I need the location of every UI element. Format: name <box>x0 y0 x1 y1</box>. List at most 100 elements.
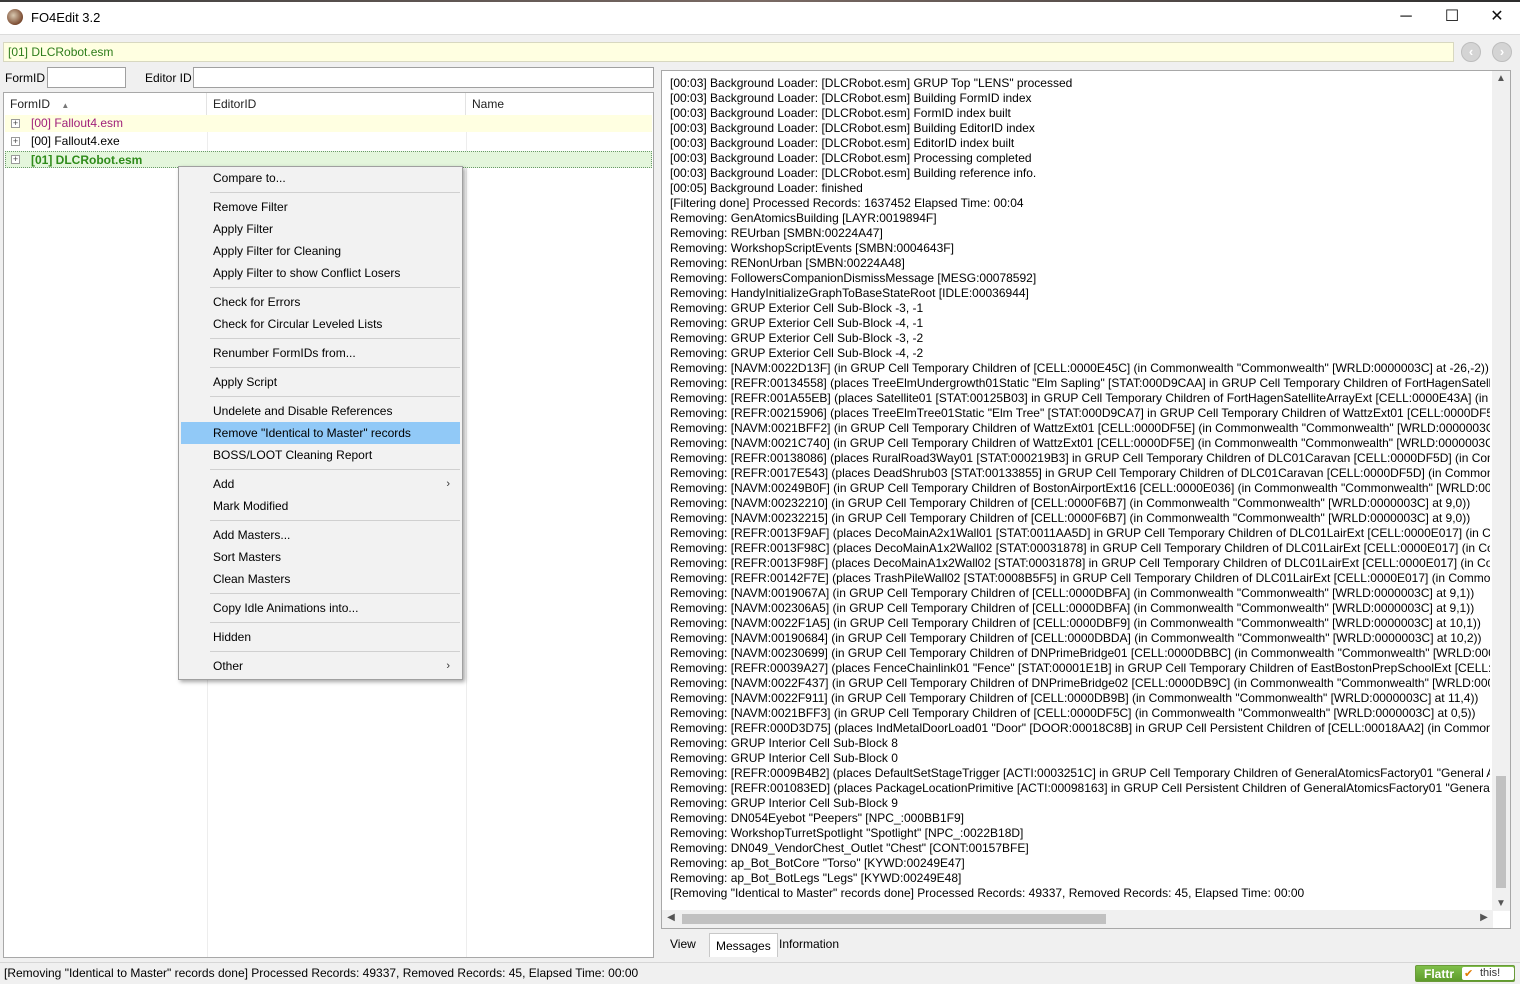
log-line: Removing: [NAVM:0022F437] (in GRUP Cell … <box>670 676 1490 690</box>
sort-ascending-icon: ▲ <box>61 101 70 110</box>
menu-item-add-masters[interactable]: Add Masters... <box>181 524 460 546</box>
log-line: [Removing "Identical to Master" records … <box>670 886 1305 900</box>
column-header-editorid[interactable]: EditorID <box>207 93 466 115</box>
log-line: Removing: [REFR:00142F7E] (places TrashP… <box>670 571 1490 585</box>
tree-row-fallout4-esm[interactable]: + [00] Fallout4.esm <box>5 115 652 132</box>
log-line: Removing: ap_Bot_BotLegs "Legs" [KYWD:00… <box>670 871 962 885</box>
menu-item-apply-filter-conflict-losers[interactable]: Apply Filter to show Conflict Losers <box>181 262 460 284</box>
menu-item-apply-script[interactable]: Apply Script <box>181 371 460 393</box>
menu-item-label: Apply Filter for Cleaning <box>213 244 342 258</box>
window-title: FO4Edit 3.2 <box>31 10 101 25</box>
menu-item-add[interactable]: Add › <box>181 473 460 495</box>
log-line: Removing: [NAVM:0021BFF3] (in GRUP Cell … <box>670 706 1476 720</box>
scroll-up-icon[interactable]: ▲ <box>1494 73 1508 84</box>
menu-item-label: Hidden <box>213 630 252 644</box>
log-line: Removing: [NAVM:0019067A] (in GRUP Cell … <box>670 586 1475 600</box>
horizontal-scrollbar[interactable]: ◀ ▶ <box>662 910 1493 928</box>
menu-separator <box>210 469 460 470</box>
column-header-formid[interactable]: FormID ▲ <box>4 93 207 115</box>
log-line: Removing: GRUP Exterior Cell Sub-Block -… <box>670 346 924 360</box>
flattr-button[interactable]: Flattr ✔ this! <box>1415 965 1515 982</box>
title-accent <box>0 0 1520 2</box>
log-line: Removing: [REFR:001083ED] (places Packag… <box>670 781 1490 795</box>
tab-view[interactable]: View <box>664 934 702 955</box>
log-line: Removing: [REFR:0009B4B2] (places Defaul… <box>670 766 1490 780</box>
tree-row-fallout4-exe[interactable]: + [00] Fallout4.exe <box>5 133 652 150</box>
log-line: [00:03] Background Loader: [DLCRobot.esm… <box>670 91 1032 105</box>
scrollbar-thumb[interactable] <box>1496 776 1506 888</box>
log-line: Removing: WorkshopTurretSpotlight "Spotl… <box>670 826 1024 840</box>
messages-log[interactable]: [00:03] Background Loader: [DLCRobot.esm… <box>661 70 1511 929</box>
formid-label: FormID <box>5 71 45 85</box>
formid-input[interactable] <box>47 67 126 88</box>
log-line: [00:03] Background Loader: [DLCRobot.esm… <box>670 106 1011 120</box>
menu-item-check-circular-lists[interactable]: Check for Circular Leveled Lists <box>181 313 460 335</box>
expand-plus-icon[interactable]: + <box>11 155 20 164</box>
menu-item-label: Check for Circular Leveled Lists <box>213 317 383 331</box>
menu-item-compare-to[interactable]: Compare to... <box>181 167 460 189</box>
back-arrow-icon[interactable]: ‹ <box>1461 42 1481 62</box>
log-line: Removing: [REFR:0013F98C] (places DecoMa… <box>670 541 1490 555</box>
flattr-label: Flattr <box>1424 967 1454 981</box>
menu-item-label: Sort Masters <box>213 550 282 564</box>
log-line: [00:05] Background Loader: finished <box>670 181 863 195</box>
menu-item-mark-modified[interactable]: Mark Modified <box>181 495 460 517</box>
menu-separator <box>210 520 460 521</box>
tab-information[interactable]: Information <box>773 934 845 955</box>
expand-plus-icon[interactable]: + <box>11 137 20 146</box>
menu-item-apply-filter[interactable]: Apply Filter <box>181 218 460 240</box>
menu-item-sort-masters[interactable]: Sort Masters <box>181 546 460 568</box>
menu-item-remove-itm-records[interactable]: Remove "Identical to Master" records <box>181 422 460 444</box>
log-text-area: [00:03] Background Loader: [DLCRobot.esm… <box>670 76 1490 906</box>
menu-item-undelete-disable-refs[interactable]: Undelete and Disable References <box>181 400 460 422</box>
scrollbar-thumb[interactable] <box>682 914 1106 924</box>
scroll-right-icon[interactable]: ▶ <box>1477 912 1491 923</box>
maximize-button[interactable]: ☐ <box>1429 2 1475 32</box>
app-icon <box>7 9 23 25</box>
menu-item-remove-filter[interactable]: Remove Filter <box>181 196 460 218</box>
menu-item-copy-idle-animations[interactable]: Copy Idle Animations into... <box>181 597 460 619</box>
log-line: Removing: GRUP Interior Cell Sub-Block 8 <box>670 736 898 750</box>
log-line: Removing: [NAVM:0022F911] (in GRUP Cell … <box>670 691 1479 705</box>
tab-label: View <box>670 937 696 951</box>
close-button[interactable]: ✕ <box>1474 2 1520 32</box>
forward-arrow-icon[interactable]: › <box>1492 42 1512 62</box>
log-line: Removing: ap_Bot_BotCore "Torso" [KYWD:0… <box>670 856 965 870</box>
tab-messages[interactable]: Messages <box>709 933 778 957</box>
log-line: Removing: [REFR:000D3D75] (places IndMet… <box>670 721 1490 735</box>
log-line: Removing: [REFR:0013F98F] (places DecoMa… <box>670 556 1490 570</box>
submenu-arrow-icon: › <box>446 660 450 672</box>
menu-separator <box>210 287 460 288</box>
menu-item-hidden[interactable]: Hidden <box>181 626 460 648</box>
log-line: Removing: HandyInitializeGraphToBaseStat… <box>670 286 1029 300</box>
menu-item-check-errors[interactable]: Check for Errors <box>181 291 460 313</box>
menu-item-boss-loot-report[interactable]: BOSS/LOOT Cleaning Report <box>181 444 460 466</box>
scroll-down-icon[interactable]: ▼ <box>1494 898 1508 909</box>
flattr-icon: ✔ <box>1464 968 1474 980</box>
menu-item-clean-masters[interactable]: Clean Masters <box>181 568 460 590</box>
log-line: Removing: [NAVM:00232215] (in GRUP Cell … <box>670 511 1471 525</box>
menu-separator <box>210 192 460 193</box>
menu-separator <box>210 593 460 594</box>
scroll-left-icon[interactable]: ◀ <box>664 912 678 923</box>
minimize-button[interactable]: ─ <box>1383 2 1429 32</box>
editorid-input[interactable] <box>193 67 654 88</box>
flattr-this-label: this! <box>1480 967 1501 979</box>
menu-item-label: Remove Filter <box>213 200 288 214</box>
log-line: Removing: [NAVM:0022D13F] (in GRUP Cell … <box>670 361 1489 375</box>
log-line: Removing: [REFR:00039A27] (places FenceC… <box>670 661 1490 675</box>
menu-item-apply-filter-cleaning[interactable]: Apply Filter for Cleaning <box>181 240 460 262</box>
flattr-this-box: ✔ this! <box>1462 967 1514 980</box>
menu-item-other[interactable]: Other › <box>181 655 460 677</box>
log-line: [Filtering done] Processed Records: 1637… <box>670 196 1024 210</box>
column-header-name[interactable]: Name <box>466 93 653 115</box>
log-line: [00:03] Background Loader: [DLCRobot.esm… <box>670 166 1037 180</box>
expand-plus-icon[interactable]: + <box>11 119 20 128</box>
log-line: Removing: [NAVM:00190684] (in GRUP Cell … <box>670 631 1482 645</box>
log-line: Removing: GRUP Exterior Cell Sub-Block -… <box>670 331 924 345</box>
vertical-scrollbar[interactable]: ▲ ▼ <box>1492 71 1510 911</box>
title-bar: FO4Edit 3.2 ─ ☐ ✕ <box>0 0 1520 35</box>
menu-item-renumber-formids[interactable]: Renumber FormIDs from... <box>181 342 460 364</box>
log-line: Removing: [REFR:0017E543] (places DeadSh… <box>670 466 1490 480</box>
log-line: Removing: [NAVM:00230699] (in GRUP Cell … <box>670 646 1490 660</box>
